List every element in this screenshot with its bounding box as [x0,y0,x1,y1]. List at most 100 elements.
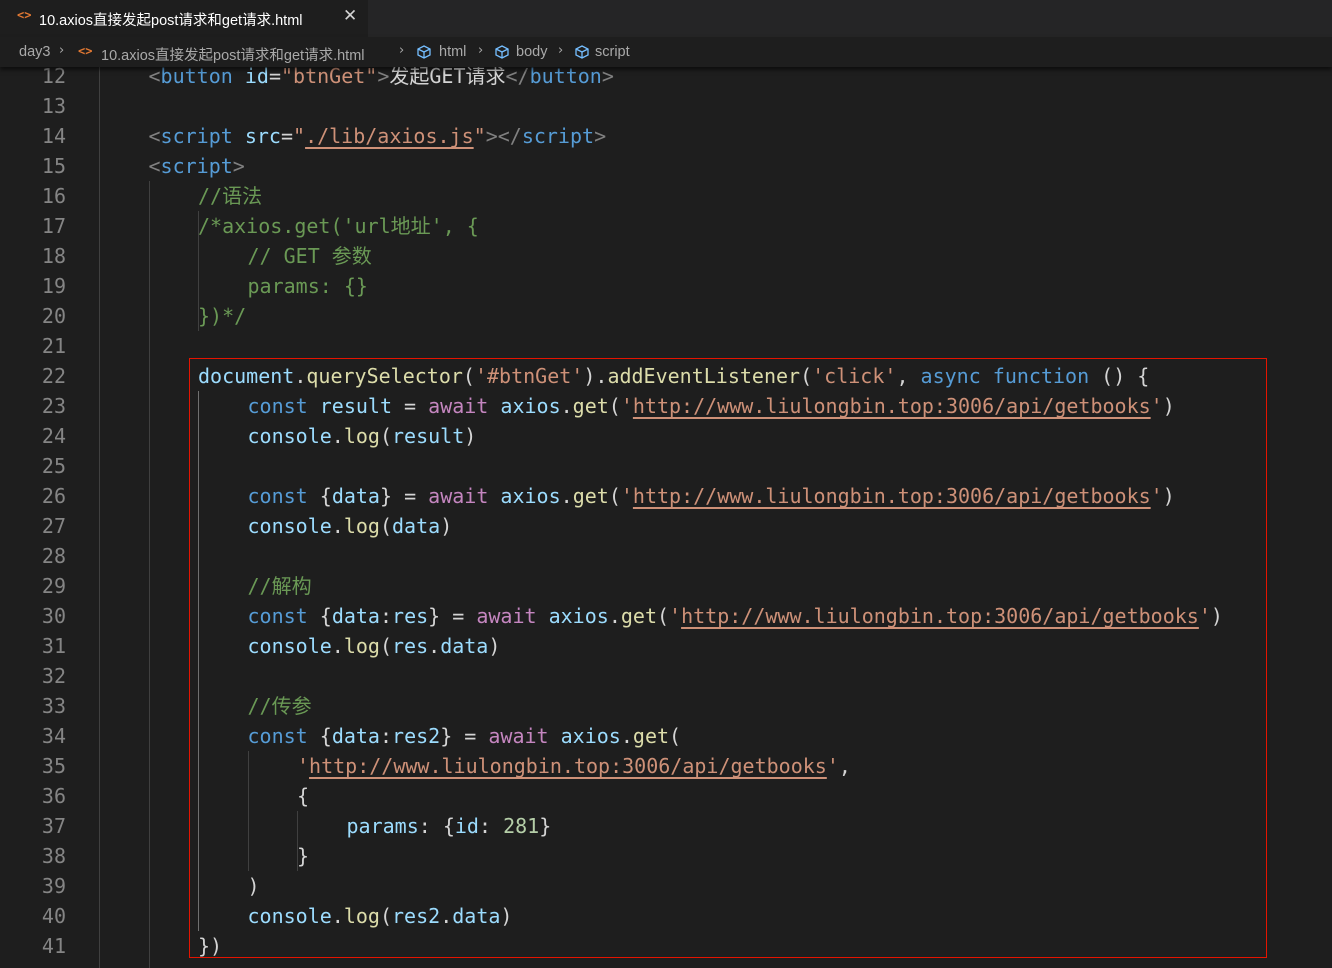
code-text: //传参 [248,691,312,721]
code-line[interactable]: 30 const {data:res} = await axios.get('ht… [0,601,1332,631]
code-line[interactable]: 25 [0,451,1332,481]
code-token: addEventListener [607,364,801,388]
code-token: . [608,604,621,628]
line-number: 39 [41,874,66,898]
code-token: : [478,814,504,838]
code-text: const {data:res2} = await axios.get( [248,721,682,751]
code-token: ( [800,364,813,388]
code-token: ( [669,724,682,748]
code-text: } [297,841,309,871]
code-line[interactable]: 41}) [0,931,1332,961]
line-number: 32 [41,664,66,688]
code-line[interactable]: 24 console.log(result) [0,421,1332,451]
code-line[interactable]: 22 document.querySelector('#btnGet').addE… [0,361,1332,391]
code-text: ) [248,871,260,901]
tab-bar: <> 10.axios直接发起post请求和get请求.html ✕ [0,0,1332,37]
code-token: //解构 [247,574,312,598]
code-token[interactable]: ./lib/axios.js [305,124,474,148]
code-line[interactable]: 39) [0,871,1332,901]
line-number: 26 [41,484,66,508]
breadcrumb-node-body[interactable]: body [516,44,547,60]
code-token: ' [1198,604,1211,628]
code-line[interactable]: 18 // GET 参数 [0,241,1332,271]
code-token[interactable]: http://www.liulongbin.top:3006/api/getbo… [309,754,827,778]
code-token[interactable]: http://www.liulongbin.top:3006/api/getbo… [633,484,1151,508]
code-token: 281 [503,814,540,838]
code-token: result [392,424,465,448]
line-number: 38 [41,844,66,868]
code-line[interactable]: 40 console.log(res2.data) [0,901,1332,931]
breadcrumb-file[interactable]: 10.axios直接发起post请求和get请求.html [101,44,365,65]
code-token[interactable]: http://www.liulongbin.top:3006/api/getbo… [633,394,1151,418]
code-token: ' [620,394,633,418]
code-token: res [392,634,429,658]
code-token: . [560,394,573,418]
code-token: ' [620,484,633,508]
code-token[interactable]: http://www.liulongbin.top:3006/api/getbo… [681,604,1199,628]
breadcrumb-node-script[interactable]: script [595,44,630,60]
code-token: { [297,784,310,808]
code-token: //语法 [198,184,263,208]
code-token: res [392,604,429,628]
close-icon[interactable]: ✕ [343,6,357,26]
code-text: console.log(data) [248,511,453,541]
tab-active-file[interactable]: <> 10.axios直接发起post请求和get请求.html ✕ [0,0,368,37]
code-token: function [992,364,1090,388]
code-line[interactable]: 14 <script src="./lib/axios.js"></script> [0,121,1332,151]
code-token: ' [297,754,310,778]
code-token: params: {} [247,274,368,298]
code-token: params [346,814,419,838]
code-token: console [247,514,332,538]
code-token: id [244,64,269,88]
code-editor[interactable]: 12 <button id="btnGet">发起GET请求</button> 13… [0,61,1332,968]
code-line[interactable]: 37 params: {id: 281} [0,811,1332,841]
code-line[interactable]: 15 <script> [0,151,1332,181]
code-text: { [297,781,309,811]
code-text: console.log(res2.data) [248,901,513,931]
code-token: } [539,814,552,838]
line-number: 29 [41,574,66,598]
code-token: querySelector [306,364,463,388]
code-token: data [331,604,380,628]
code-text: //解构 [248,571,312,601]
code-line[interactable]: 23 const result = await axios.get('http:/… [0,391,1332,421]
code-line[interactable]: 35 'http://www.liulongbin.top:3006/api/ge… [0,751,1332,781]
breadcrumb-folder[interactable]: day3 [19,44,50,60]
code-line[interactable]: 19 params: {} [0,271,1332,301]
code-token: log [343,634,380,658]
code-line[interactable]: 31 console.log(res.data) [0,631,1332,661]
code-line[interactable]: 27 console.log(data) [0,511,1332,541]
code-line[interactable]: 26 const {data} = await axios.get('http:/… [0,481,1332,511]
code-token: ) [1210,604,1223,628]
code-token: id [454,814,479,838]
code-line[interactable]: 29 //解构 [0,571,1332,601]
code-line[interactable]: 16 //语法 [0,181,1332,211]
code-line[interactable]: 20})*/ [0,301,1332,331]
code-token: = [392,394,429,418]
code-token: const [247,484,308,508]
code-token: script [160,124,233,148]
code-line[interactable]: 32 [0,661,1332,691]
code-token: > [601,64,614,88]
code-token: < [148,64,161,88]
code-text: params: {} [248,271,368,301]
code-line[interactable]: 28 [0,541,1332,571]
code-line[interactable]: 34 const {data:res2} = await axios.get( [0,721,1332,751]
code-token: } [297,844,310,868]
code-text: /*axios.get('url地址', { [198,211,479,241]
code-line[interactable]: 21 [0,331,1332,361]
breadcrumb-node-html[interactable]: html [439,44,466,60]
code-line[interactable]: 38} [0,841,1332,871]
code-line[interactable]: 13 [0,91,1332,121]
code-token: } = [440,724,489,748]
code-line[interactable]: 33 //传参 [0,691,1332,721]
code-token: result [319,394,393,418]
code-text: // GET 参数 [248,241,372,271]
vscode-editor-window: <> 10.axios直接发起post请求和get请求.html ✕ day3 … [0,0,1332,968]
code-line[interactable]: 17 /*axios.get('url地址', { [0,211,1332,241]
code-line[interactable]: 36 { [0,781,1332,811]
code-token: await [428,394,489,418]
code-token: // GET 参数 [247,244,372,268]
